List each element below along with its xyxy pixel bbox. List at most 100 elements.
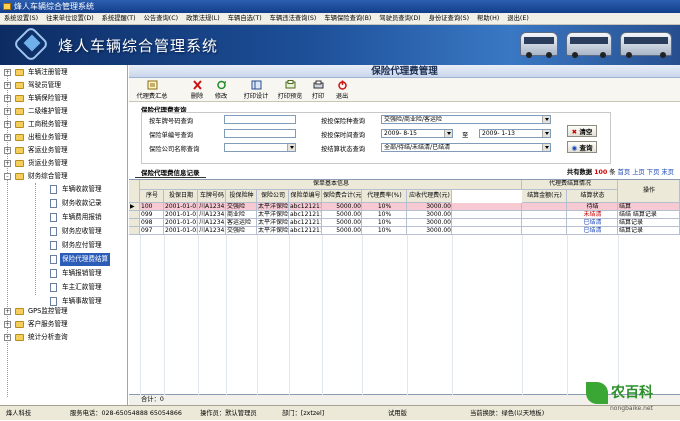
table-cell: 客运运险: [226, 219, 257, 227]
exit-button[interactable]: 退出: [333, 80, 351, 100]
status-skin: 当前换肤：绿色(以天地板): [470, 410, 545, 417]
menu-driver[interactable]: 驾驶员查询(D): [375, 13, 424, 24]
list-tab[interactable]: 保险代理费信息记录: [135, 168, 206, 178]
menu-exit[interactable]: 退出(E): [503, 13, 533, 24]
tree-item[interactable]: + 车辆保险管理: [0, 92, 128, 105]
tree-item[interactable]: + 二级维护管理: [0, 105, 128, 118]
col-header[interactable]: 保险费合计(元): [322, 190, 362, 203]
tree-item[interactable]: + 出租业务管理: [0, 131, 128, 144]
table-cell: 10%: [362, 203, 407, 211]
menu-vehicle-select[interactable]: 车辆自选(T): [224, 13, 266, 24]
settle-action-link[interactable]: 结算记录: [618, 219, 680, 227]
tree-item[interactable]: 车辆报销管理: [0, 267, 128, 280]
menu-notice[interactable]: 公告查询(C): [140, 13, 183, 24]
grid-line: [198, 235, 199, 395]
page-title: 保险代理费管理: [129, 65, 680, 78]
company-select[interactable]: [224, 143, 296, 152]
tree-item[interactable]: 车主汇款管理: [0, 281, 128, 294]
grid-line: [522, 235, 523, 395]
chevron-down-icon: [287, 144, 295, 151]
search-button[interactable]: ◉ 查询: [567, 141, 597, 153]
col-header[interactable]: 结算状态: [567, 190, 618, 203]
group-settle-header: 代理费结算情况: [522, 180, 618, 190]
tree-item[interactable]: + 工商税务管理: [0, 118, 128, 131]
settle-action-link[interactable]: 结算: [618, 203, 680, 211]
table-cell: [522, 211, 567, 219]
menu-violation[interactable]: 车辆违法查询(S): [266, 13, 321, 24]
date-separator: 至: [462, 132, 469, 139]
menu-system[interactable]: 系统设置(S): [0, 13, 42, 24]
menu-partners[interactable]: 往来单位设置(D): [42, 13, 98, 24]
print-button[interactable]: 打印: [309, 80, 327, 100]
tree-item[interactable]: + GPS监控管理: [0, 305, 128, 318]
menu-reminder[interactable]: 系统提醒(T): [98, 13, 140, 24]
col-header[interactable]: 应收代理费(元): [407, 190, 452, 203]
tree-item[interactable]: + 客运业务管理: [0, 144, 128, 157]
tree-item[interactable]: 车辆收款管理: [0, 183, 128, 196]
settle-status-select[interactable]: 全部/待结/未结清/已结清: [381, 143, 551, 152]
tree-item[interactable]: + 驾驶员管理: [0, 79, 128, 92]
edit-button[interactable]: 修改: [211, 80, 231, 100]
tree-item[interactable]: + 货运业务管理: [0, 157, 128, 170]
settle-action-link[interactable]: 结结 结算记录: [618, 211, 680, 219]
next-page-link[interactable]: 下页: [647, 169, 660, 176]
summary-button[interactable]: 代理费汇总: [135, 80, 169, 100]
document-icon: [50, 213, 57, 222]
summary-icon: [147, 80, 157, 90]
count-unit: 条: [609, 169, 616, 176]
document-icon: [50, 255, 57, 264]
clear-button[interactable]: ✖ 清空: [567, 125, 597, 137]
grid-line: [289, 235, 290, 395]
bus-image: [566, 32, 612, 58]
grid-line: [618, 235, 619, 395]
col-header[interactable]: 投保日期: [164, 190, 198, 203]
insurance-type-select[interactable]: 交强险/商业险/客运险: [381, 115, 551, 124]
status-company: 烽人科技: [6, 410, 32, 417]
date-from-picker[interactable]: 2009- 8-15: [381, 129, 453, 138]
data-grid: 保单基本信息 代理费结算情况 操作 序号 投保日期 车牌号码 投保险种 保险公司 保险单编…: [129, 179, 680, 395]
table-cell: 100: [140, 203, 164, 211]
settle-action-link[interactable]: 结算记录: [618, 227, 680, 235]
menu-idcard[interactable]: 身份证查询(S): [425, 13, 473, 24]
menu-insurance[interactable]: 车辆保险查询(B): [320, 13, 375, 24]
col-header-ops[interactable]: 操作: [618, 180, 680, 203]
table-cell: 2001-01-01: [164, 227, 198, 235]
tree-item[interactable]: 车辆费用报销: [0, 211, 128, 224]
tree-item[interactable]: + 车辆注册管理: [0, 66, 128, 79]
col-header[interactable]: 序号: [140, 190, 164, 203]
folder-icon: [15, 82, 24, 89]
policy-input[interactable]: [224, 129, 296, 138]
last-page-link[interactable]: 末页: [661, 169, 674, 176]
menu-help[interactable]: 帮助(H): [473, 13, 503, 24]
table-cell: 川A12345: [198, 203, 226, 211]
col-header[interactable]: 车牌号码: [198, 190, 226, 203]
tree-item[interactable]: - 财务综合管理: [0, 170, 128, 183]
type-label: 按投保险种查询: [321, 118, 366, 125]
table-cell: 未结清: [567, 211, 618, 219]
print-preview-button[interactable]: 打印预览: [275, 80, 305, 100]
first-page-link[interactable]: 首页: [618, 169, 631, 176]
tree-item[interactable]: 财务应收管理: [0, 225, 128, 238]
tree-item[interactable]: + 统计分析查询: [0, 331, 128, 344]
document-icon: [50, 199, 57, 208]
col-header[interactable]: 投保险种: [226, 190, 257, 203]
header-banner: 烽人车辆综合管理系统: [0, 25, 680, 65]
tree-item-selected[interactable]: 保险代理费结算: [0, 253, 128, 266]
tree-item[interactable]: 财务收款记录: [0, 197, 128, 210]
delete-button[interactable]: 删除: [187, 80, 207, 100]
print-design-button[interactable]: 打印设计: [241, 80, 271, 100]
tree-item[interactable]: 财务应付管理: [0, 239, 128, 252]
plate-input[interactable]: [224, 115, 296, 124]
folder-icon: [15, 69, 24, 76]
date-to-picker[interactable]: 2009- 1-13: [479, 129, 551, 138]
col-header[interactable]: 代理费率(%): [362, 190, 407, 203]
prev-page-link[interactable]: 上页: [632, 169, 645, 176]
tree-item[interactable]: + 客户服务管理: [0, 318, 128, 331]
status-dept: 部门：[zxtzel]: [282, 410, 325, 417]
menu-policy[interactable]: 政策法规(L): [182, 13, 224, 24]
table-cell: abc121211: [289, 203, 322, 211]
col-header[interactable]: 结算金额(元): [522, 190, 567, 203]
col-header[interactable]: 保险单编号: [289, 190, 322, 203]
col-header[interactable]: 保险公司: [257, 190, 289, 203]
grid-line: [407, 235, 408, 395]
